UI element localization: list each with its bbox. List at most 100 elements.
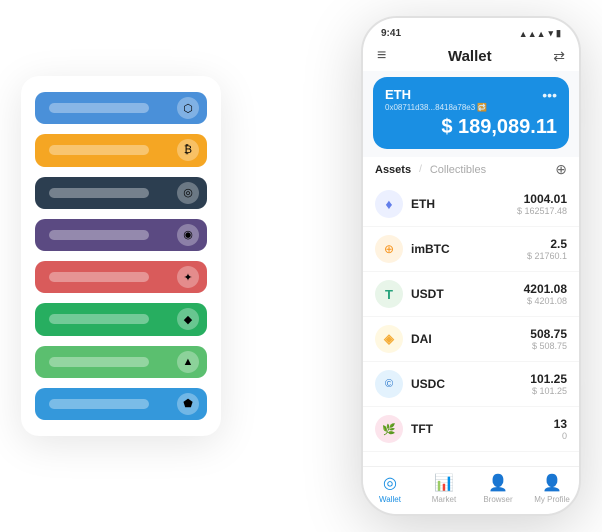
card-label <box>49 272 149 282</box>
tft-amounts: 13 0 <box>554 417 567 441</box>
card-icon-yellow: ₿ <box>177 139 199 161</box>
asset-name-imbtc: imBTC <box>411 242 519 256</box>
wallet-balance-area: $ 189,089.11 <box>385 116 557 139</box>
wallet-card[interactable]: ETH 0x08711d38...8418a78e3 🔁 ••• $ 189,0… <box>373 77 569 149</box>
left-card-panel: ⬡ ₿ ◎ ◉ ✦ ◆ ▲ ⬟ <box>21 76 221 436</box>
wallet-coin-info: ETH 0x08711d38...8418a78e3 🔁 <box>385 87 487 112</box>
usdt-amount: 4201.08 <box>524 282 567 296</box>
nav-bar: ≡ Wallet ⇄ <box>363 43 579 71</box>
assets-tabs: Assets / Collectibles <box>375 164 486 176</box>
usdc-value: $ 101.25 <box>530 386 567 396</box>
tft-amount: 13 <box>554 417 567 431</box>
imbtc-amounts: 2.5 $ 21760.1 <box>527 237 567 261</box>
signal-icon: ▲▲▲ <box>519 29 546 39</box>
card-dark[interactable]: ◎ <box>35 177 207 209</box>
usdt-value: $ 4201.08 <box>524 296 567 306</box>
dai-value: $ 508.75 <box>530 341 567 351</box>
imbtc-amount: 2.5 <box>527 237 567 251</box>
wallet-nav-label: Wallet <box>379 495 401 504</box>
asset-name-tft: TFT <box>411 422 546 436</box>
nav-profile[interactable]: 👤 My Profile <box>525 473 579 504</box>
battery-icon: ▮ <box>556 28 561 39</box>
dai-icon: ◈ <box>375 325 403 353</box>
eth-icon: ♦ <box>375 190 403 218</box>
asset-name-dai: DAI <box>411 332 522 346</box>
eth-amount: 1004.01 <box>517 192 567 206</box>
card-skyblue[interactable]: ⬟ <box>35 388 207 420</box>
imbtc-icon: ⊕ <box>375 235 403 263</box>
card-label <box>49 103 149 113</box>
asset-list: ♦ ETH 1004.01 $ 162517.48 ⊕ imBTC 2.5 $ … <box>363 182 579 466</box>
card-icon-purple: ◉ <box>177 224 199 246</box>
asset-name-usdt: USDT <box>411 287 516 301</box>
nav-browser[interactable]: 👤 Browser <box>471 473 525 504</box>
scan-icon[interactable]: ⇄ <box>553 48 565 65</box>
status-time: 9:41 <box>381 28 401 39</box>
phone: 9:41 ▲▲▲ ▾ ▮ ≡ Wallet ⇄ ETH 0x08711d38..… <box>361 16 581 516</box>
wallet-card-top: ETH 0x08711d38...8418a78e3 🔁 ••• <box>385 87 557 112</box>
scene: ⬡ ₿ ◎ ◉ ✦ ◆ ▲ ⬟ <box>21 16 581 516</box>
card-yellow[interactable]: ₿ <box>35 134 207 166</box>
list-item[interactable]: T USDT 4201.08 $ 4201.08 <box>363 272 579 317</box>
profile-nav-icon: 👤 <box>542 473 562 493</box>
card-icon-blue: ⬡ <box>177 97 199 119</box>
usdc-amount: 101.25 <box>530 372 567 386</box>
wallet-balance: $ 189,089.11 <box>441 116 557 138</box>
card-label <box>49 188 149 198</box>
nav-wallet[interactable]: ◎ Wallet <box>363 473 417 504</box>
card-red[interactable]: ✦ <box>35 261 207 293</box>
list-item[interactable]: ⊕ imBTC 2.5 $ 21760.1 <box>363 227 579 272</box>
card-blue[interactable]: ⬡ <box>35 92 207 124</box>
eth-amounts: 1004.01 $ 162517.48 <box>517 192 567 216</box>
status-bar: 9:41 ▲▲▲ ▾ ▮ <box>363 18 579 43</box>
usdt-icon: T <box>375 280 403 308</box>
nav-market[interactable]: 📊 Market <box>417 473 471 504</box>
wallet-options-icon[interactable]: ••• <box>542 87 557 103</box>
imbtc-value: $ 21760.1 <box>527 251 567 261</box>
assets-tab-collectibles[interactable]: Collectibles <box>430 164 486 176</box>
page-title: Wallet <box>448 48 492 65</box>
card-green[interactable]: ◆ <box>35 303 207 335</box>
usdc-icon: © <box>375 370 403 398</box>
tft-value: 0 <box>554 431 567 441</box>
status-icons: ▲▲▲ ▾ ▮ <box>519 28 561 39</box>
profile-nav-label: My Profile <box>534 495 570 504</box>
card-icon-skyblue: ⬟ <box>177 393 199 415</box>
usdc-amounts: 101.25 $ 101.25 <box>530 372 567 396</box>
card-icon-lightgreen: ▲ <box>177 351 199 373</box>
card-purple[interactable]: ◉ <box>35 219 207 251</box>
assets-header: Assets / Collectibles ⊕ <box>363 157 579 182</box>
wallet-address: 0x08711d38...8418a78e3 🔁 <box>385 103 487 112</box>
card-label <box>49 230 149 240</box>
card-label <box>49 145 149 155</box>
usdt-amounts: 4201.08 $ 4201.08 <box>524 282 567 306</box>
card-label <box>49 399 149 409</box>
list-item[interactable]: 🌿 TFT 13 0 <box>363 407 579 452</box>
browser-nav-icon: 👤 <box>488 473 508 493</box>
asset-name-usdc: USDC <box>411 377 522 391</box>
card-icon-green: ◆ <box>177 308 199 330</box>
card-label <box>49 314 149 324</box>
dai-amount: 508.75 <box>530 327 567 341</box>
dai-amounts: 508.75 $ 508.75 <box>530 327 567 351</box>
list-item[interactable]: © USDC 101.25 $ 101.25 <box>363 362 579 407</box>
menu-icon[interactable]: ≡ <box>377 47 386 65</box>
assets-tab-active[interactable]: Assets <box>375 164 411 176</box>
assets-tab-slash: / <box>419 164 422 175</box>
card-icon-red: ✦ <box>177 266 199 288</box>
list-item[interactable]: ◈ DAI 508.75 $ 508.75 <box>363 317 579 362</box>
card-icon-dark: ◎ <box>177 182 199 204</box>
eth-value: $ 162517.48 <box>517 206 567 216</box>
wallet-nav-icon: ◎ <box>383 473 397 493</box>
market-nav-icon: 📊 <box>434 473 454 493</box>
asset-name-eth: ETH <box>411 197 509 211</box>
card-label <box>49 357 149 367</box>
browser-nav-label: Browser <box>483 495 512 504</box>
bottom-nav: ◎ Wallet 📊 Market 👤 Browser 👤 My Profile <box>363 466 579 514</box>
wallet-coin-name: ETH <box>385 87 487 102</box>
tft-icon: 🌿 <box>375 415 403 443</box>
add-asset-icon[interactable]: ⊕ <box>555 161 567 178</box>
market-nav-label: Market <box>432 495 456 504</box>
card-lightgreen[interactable]: ▲ <box>35 346 207 378</box>
list-item[interactable]: ♦ ETH 1004.01 $ 162517.48 <box>363 182 579 227</box>
